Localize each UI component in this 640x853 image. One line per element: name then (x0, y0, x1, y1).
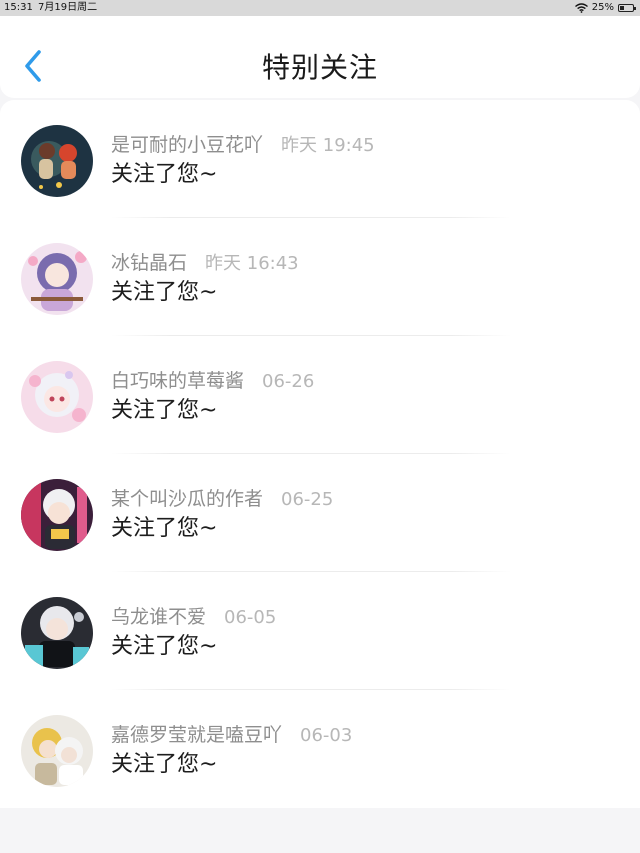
battery-percent: 25% (591, 2, 614, 13)
item-meta: 是可耐的小豆花吖 昨天 19:45 (111, 130, 375, 157)
item-meta: 白巧味的草莓酱 06-26 (111, 366, 314, 393)
item-meta: 某个叫沙瓜的作者 06-25 (111, 484, 333, 511)
page-title: 特别关注 (261, 51, 378, 84)
user-name[interactable]: 某个叫沙瓜的作者 (111, 484, 263, 511)
list-item[interactable]: 嘉德罗莹就是嗑豆吖 06-03 关注了您~ (0, 690, 640, 808)
follow-time: 06-26 (262, 371, 315, 392)
list-item[interactable]: 某个叫沙瓜的作者 06-25 关注了您~ (0, 454, 640, 572)
item-meta: 嘉德罗莹就是嗑豆吖 06-03 (111, 720, 352, 747)
follow-time: 06-05 (224, 607, 277, 628)
status-bar: 15:31 7月19日周二 25% (0, 0, 640, 16)
item-meta: 乌龙谁不爱 06-05 (111, 602, 276, 629)
status-time: 15:31 (4, 2, 33, 13)
wifi-icon (574, 3, 588, 13)
follow-time: 06-25 (281, 489, 334, 510)
user-name[interactable]: 白巧味的草莓酱 (111, 366, 244, 393)
follow-message: 关注了您~ (111, 280, 218, 305)
follow-time: 昨天 19:45 (281, 135, 375, 156)
status-right: 25% (574, 0, 636, 16)
user-name[interactable]: 嘉德罗莹就是嗑豆吖 (111, 720, 282, 747)
user-name[interactable]: 冰钻晶石 (111, 248, 187, 275)
avatar[interactable] (21, 243, 93, 315)
avatar[interactable] (21, 479, 93, 551)
follow-message: 关注了您~ (111, 516, 218, 541)
follow-message: 关注了您~ (111, 634, 218, 659)
list-item[interactable]: 乌龙谁不爱 06-05 关注了您~ (0, 572, 640, 690)
avatar[interactable] (21, 715, 93, 787)
follow-message: 关注了您~ (111, 752, 218, 777)
status-date: 7月19日周二 (38, 2, 98, 13)
follow-time: 昨天 16:43 (205, 253, 299, 274)
avatar[interactable] (21, 361, 93, 433)
follow-message: 关注了您~ (111, 162, 218, 187)
user-name[interactable]: 乌龙谁不爱 (111, 602, 206, 629)
item-meta: 冰钻晶石 昨天 16:43 (111, 248, 299, 275)
nav-bar: 特别关注 (0, 16, 640, 98)
follow-time: 06-03 (300, 725, 353, 746)
follow-message: 关注了您~ (111, 398, 218, 423)
list-item[interactable]: 是可耐的小豆花吖 昨天 19:45 关注了您~ (0, 100, 640, 218)
user-name[interactable]: 是可耐的小豆花吖 (111, 130, 263, 157)
avatar[interactable] (21, 125, 93, 197)
list-item[interactable]: 白巧味的草莓酱 06-26 关注了您~ (0, 336, 640, 454)
avatar[interactable] (21, 597, 93, 669)
follow-list: 是可耐的小豆花吖 昨天 19:45 关注了您~ 冰钻晶石 昨天 16:43 关注… (0, 100, 640, 808)
battery-icon (618, 4, 636, 12)
list-item[interactable]: 冰钻晶石 昨天 16:43 关注了您~ (0, 218, 640, 336)
